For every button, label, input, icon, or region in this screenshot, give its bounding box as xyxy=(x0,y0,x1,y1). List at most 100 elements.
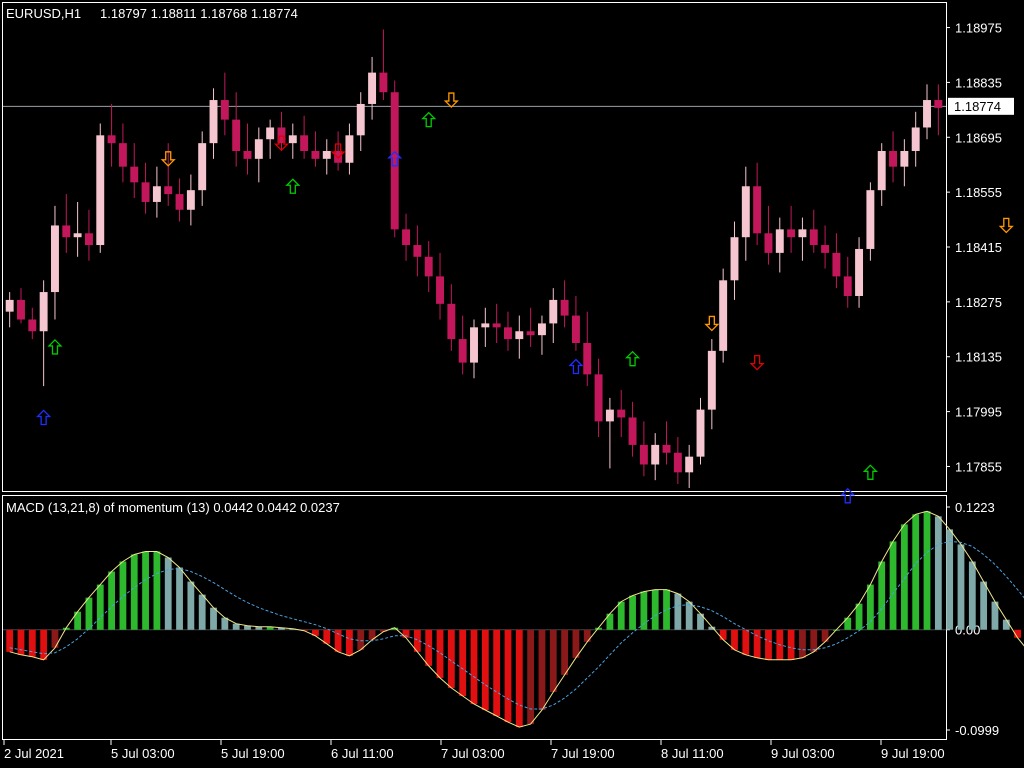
histogram-bar xyxy=(436,629,444,678)
candle-body xyxy=(334,150,343,163)
histogram-bar xyxy=(334,629,342,652)
candle-body xyxy=(526,331,535,336)
histogram-bar xyxy=(142,551,149,630)
ohlc-readout: 1.18797 1.18811 1.18768 1.18774 xyxy=(100,6,298,21)
price-tick-label: 1.17995 xyxy=(955,405,1002,420)
time-tick-label: 5 Jul 19:00 xyxy=(221,746,285,761)
candle-body xyxy=(254,139,263,159)
histogram-bar xyxy=(561,629,568,675)
candle-body xyxy=(855,248,864,296)
histogram-bar xyxy=(176,567,183,630)
histogram-bar xyxy=(187,581,195,630)
candle-body xyxy=(877,150,886,191)
candle-body xyxy=(141,182,150,202)
candle-body xyxy=(583,343,592,375)
candle-body xyxy=(175,194,184,210)
candle-body xyxy=(594,374,603,422)
price-axis: 1.18975 1.18835 1.18695 1.18555 1.18415 1.182… xyxy=(946,21,1002,474)
candle-body xyxy=(413,245,422,257)
candle-body xyxy=(889,150,897,167)
candle-body xyxy=(152,186,161,202)
candle-body xyxy=(300,135,309,151)
histogram-bar xyxy=(51,629,59,648)
candle-body xyxy=(107,135,116,144)
candle-body xyxy=(719,280,728,351)
candle-body xyxy=(685,456,694,473)
histogram-bar xyxy=(402,629,410,638)
candle-body xyxy=(492,323,501,328)
candle-body xyxy=(288,135,297,144)
price-tick-label: 1.18835 xyxy=(955,75,1002,90)
candle-body xyxy=(96,135,105,246)
candle-body xyxy=(186,190,195,210)
candle-body xyxy=(515,331,524,340)
histogram-bar xyxy=(108,571,115,630)
candle-body xyxy=(424,256,433,277)
candle-body xyxy=(571,315,580,344)
histogram-bar xyxy=(357,629,365,650)
candle-body xyxy=(322,150,331,159)
time-tick-label: 9 Jul 03:00 xyxy=(771,746,835,761)
candle-body xyxy=(605,409,614,422)
candle-body xyxy=(356,103,365,136)
candle-body xyxy=(911,127,920,151)
histogram-bar xyxy=(17,629,25,655)
histogram-bar xyxy=(685,601,693,630)
histogram-bar xyxy=(164,557,172,630)
histogram-bar xyxy=(731,629,738,650)
candle-body xyxy=(266,127,275,140)
candle-body xyxy=(730,237,739,281)
time-tick-label: 8 Jul 11:00 xyxy=(661,746,724,761)
histogram-bar xyxy=(527,629,535,725)
candle-body xyxy=(311,150,320,159)
histogram-bar xyxy=(504,629,512,723)
candle-body xyxy=(481,323,490,328)
histogram-bar xyxy=(799,629,806,658)
candle-body xyxy=(220,100,229,120)
histogram-bar xyxy=(346,629,353,656)
time-tick-label: 2 Jul 2021 xyxy=(4,746,64,761)
indicator-title: MACD (13,21,8) of momentum (13) 0.0442 0… xyxy=(6,500,340,515)
histogram-bar xyxy=(425,629,433,666)
time-tick-label: 7 Jul 03:00 xyxy=(441,746,505,761)
price-tick-label: 1.18415 xyxy=(955,240,1002,255)
histogram-bar xyxy=(549,629,557,692)
candle-body xyxy=(832,252,841,277)
histogram-bar xyxy=(923,511,931,630)
candle-body xyxy=(866,190,875,249)
candle-body xyxy=(673,452,682,473)
candle-body xyxy=(639,444,648,465)
current-price-label: 1.18774 xyxy=(954,99,1001,114)
candle-body xyxy=(775,229,784,253)
candle-body xyxy=(17,299,25,320)
histogram-bar xyxy=(946,529,954,630)
candle-body xyxy=(741,186,750,238)
candle-body xyxy=(787,229,796,238)
trading-chart[interactable]: 1.18975 1.18835 1.18695 1.18555 1.18415 1.182… xyxy=(0,0,1024,768)
candle-body xyxy=(798,229,807,238)
histogram-bar xyxy=(28,629,36,657)
histogram-bar xyxy=(96,584,104,630)
main-title: EURUSD,H1 xyxy=(6,6,81,21)
candle-body xyxy=(198,143,207,191)
histogram-bar xyxy=(900,524,908,630)
price-tick-label: 1.17855 xyxy=(955,459,1002,474)
candle-body xyxy=(164,186,173,195)
histogram-bar xyxy=(210,607,217,630)
histogram-bar xyxy=(663,589,670,630)
histogram-bar xyxy=(934,516,942,630)
candle-body xyxy=(345,135,354,163)
histogram-bar xyxy=(968,561,976,630)
histogram-bar xyxy=(866,584,874,630)
time-tick-label: 7 Jul 19:00 xyxy=(551,746,615,761)
histogram-bar xyxy=(119,561,127,630)
histogram-bar xyxy=(617,601,625,630)
price-tick-label: 1.18135 xyxy=(955,350,1002,365)
candle-body xyxy=(753,186,762,234)
price-tick-label: 1.18695 xyxy=(955,130,1002,145)
candle-body xyxy=(458,339,467,363)
histogram-bar xyxy=(538,629,546,711)
histogram-bar xyxy=(198,594,206,630)
candle-body xyxy=(209,100,218,144)
candle-body xyxy=(934,100,943,108)
